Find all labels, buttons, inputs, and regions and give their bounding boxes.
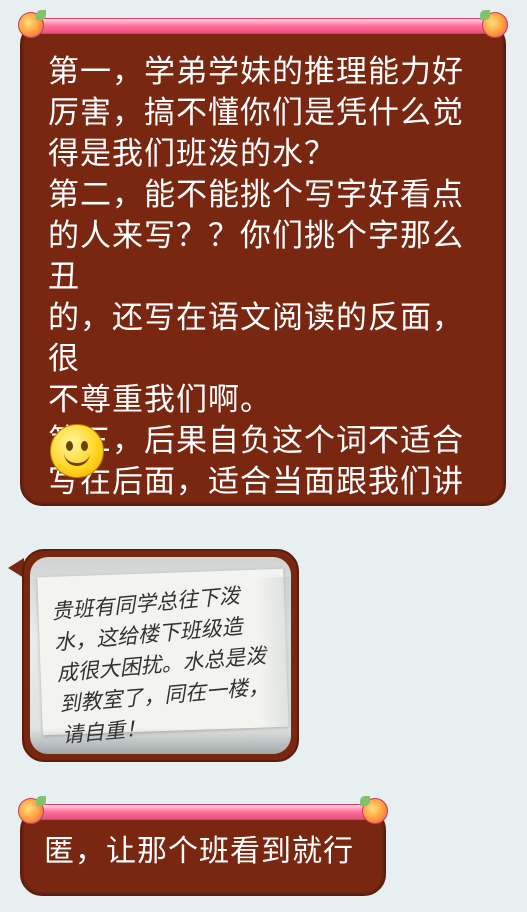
message-text: 第一，学弟学妹的推理能力好 厉害，搞不懂你们是凭什么觉 得是我们班泼的水？ 第二… (48, 54, 464, 500)
photo-of-handwritten-note[interactable]: 贵班有同学总往下泼 水，这给楼下班级造 成很大困扰。水总是泼 到教室了，同在一楼… (30, 557, 291, 754)
message-text: 匿，让那个班看到就行 (44, 834, 354, 869)
paper-fold (255, 576, 291, 728)
paper-note: 贵班有同学总往下泼 水，这给楼下班级造 成很大困扰。水总是泼 到教室了，同在一楼… (37, 568, 291, 747)
message-bubble-1[interactable]: 第一，学弟学妹的推理能力好 厉害，搞不懂你们是凭什么觉 得是我们班泼的水？ 第二… (18, 10, 508, 506)
handwritten-note-text: 贵班有同学总往下泼 水，这给楼下班级造 成很大困扰。水总是泼 到教室了，同在一楼… (50, 583, 270, 748)
photo-shadow (30, 728, 291, 754)
ribbon-decoration (28, 804, 378, 820)
leaf-icon (480, 10, 490, 20)
leaf-icon (360, 796, 370, 806)
leaf-icon (36, 10, 46, 20)
smiley-emoji-icon (50, 424, 104, 478)
leaf-icon (36, 796, 46, 806)
smiley-mouth (64, 449, 90, 466)
message-bubble-3[interactable]: 匿，让那个班看到就行 (18, 796, 388, 896)
ribbon-decoration (28, 18, 498, 34)
image-message-bubble[interactable]: 贵班有同学总往下泼 水，这给楼下班级造 成很大困扰。水总是泼 到教室了，同在一楼… (22, 549, 299, 762)
